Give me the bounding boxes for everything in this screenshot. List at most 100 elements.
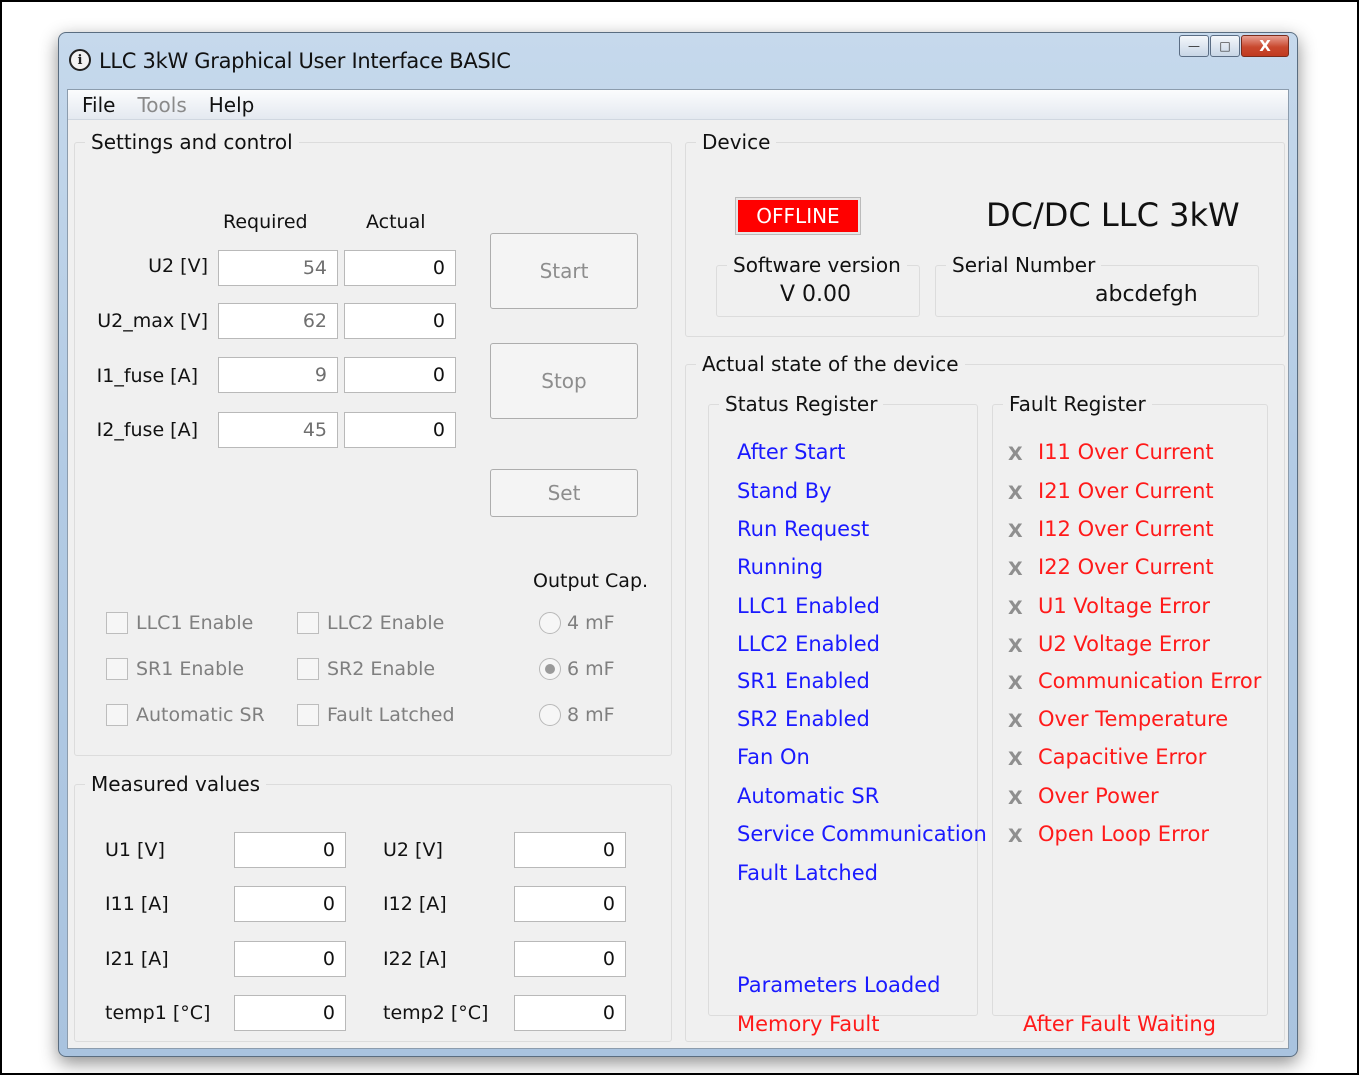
i2-fuse-actual-field: 0 [344,412,456,448]
fault-marker-icon: X [1008,597,1023,619]
fault-marker-icon: X [1008,748,1023,770]
cap-6mf-radio[interactable]: 6 mF [539,658,615,680]
sr1-enable-label: SR1 Enable [136,658,245,680]
window-title: LLC 3kW Graphical User Interface BASIC [99,49,511,73]
temp1-value: 0 [234,995,346,1031]
fault-latched-checkbox[interactable]: Fault Latched [297,704,455,726]
minimize-button[interactable]: — [1179,35,1209,57]
status-memory-fault: Memory Fault [737,1012,880,1036]
i12-label: I12 [A] [383,893,447,915]
fault-after-fault-waiting: After Fault Waiting [1023,1012,1217,1036]
software-version-legend: Software version [733,253,901,277]
app-logo-icon: i [69,49,91,71]
i2-fuse-required-field[interactable]: 45 [218,412,338,448]
fault-marker-icon: X [1008,443,1023,465]
software-version-value: V 0.00 [780,282,852,307]
actual-header: Actual [366,211,426,233]
u2-measured-label: U2 [V] [383,839,443,861]
cap-8mf-label: 8 mF [567,704,615,726]
sr2-enable-checkbox[interactable]: SR2 Enable [297,658,435,680]
cap-4mf-dot [539,612,561,634]
sr2-enable-box [297,658,319,680]
status-fan-on: Fan On [737,745,810,769]
llc2-enable-checkbox[interactable]: LLC2 Enable [297,612,444,634]
i1-fuse-required-field[interactable]: 9 [218,357,338,393]
fault-i21-over-current: I21 Over Current [1038,479,1214,503]
status-parameters-loaded: Parameters Loaded [737,973,941,997]
fault-latched-box [297,704,319,726]
set-button[interactable]: Set [490,469,638,517]
status-service-communication: Service Communication [737,822,987,846]
cap-4mf-label: 4 mF [567,612,615,634]
device-legend: Device [702,130,771,154]
temp2-value: 0 [514,995,626,1031]
u1-value: 0 [234,832,346,868]
measured-legend: Measured values [91,772,261,796]
llc1-enable-box [106,612,128,634]
fault-marker-icon: X [1008,520,1023,542]
u1-label: U1 [V] [105,839,165,861]
start-button[interactable]: Start [490,233,638,309]
fault-marker-icon: X [1008,672,1023,694]
i1-fuse-label: I1_fuse [A] [96,365,198,387]
i11-value: 0 [234,886,346,922]
fault-marker-icon: X [1008,825,1023,847]
i22-label: I22 [A] [383,948,447,970]
i21-label: I21 [A] [105,948,169,970]
status-fault-latched: Fault Latched [737,861,878,885]
fault-over-temperature: Over Temperature [1038,707,1229,731]
automatic-sr-label: Automatic SR [136,704,265,726]
cap-4mf-radio[interactable]: 4 mF [539,612,615,634]
status-register-legend: Status Register [725,392,878,416]
fault-communication-error: Communication Error [1038,669,1262,693]
sr2-enable-label: SR2 Enable [327,658,436,680]
status-sr1-enabled: SR1 Enabled [737,669,870,693]
sr1-enable-checkbox[interactable]: SR1 Enable [106,658,244,680]
serial-number-legend: Serial Number [952,253,1096,277]
u2-required-field[interactable]: 54 [218,250,338,286]
i12-value: 0 [514,886,626,922]
fault-over-power: Over Power [1038,784,1159,808]
menu-help[interactable]: Help [209,93,255,117]
device-name: DC/DC LLC 3kW [986,196,1240,234]
u2-label: U2 [V] [148,255,208,277]
status-after-start: After Start [737,440,846,464]
fault-marker-icon: X [1008,482,1023,504]
maximize-button[interactable]: □ [1210,35,1240,57]
llc2-enable-label: LLC2 Enable [327,612,445,634]
fault-marker-icon: X [1008,710,1023,732]
window-controls: — □ X [1178,35,1289,57]
cap-6mf-label: 6 mF [567,658,615,680]
app-window: i LLC 3kW Graphical User Interface BASIC… [58,32,1298,1057]
status-llc2-enabled: LLC2 Enabled [737,632,880,656]
status-stand-by: Stand By [737,479,832,503]
menu-bar: File Tools Help [68,90,1288,120]
menu-file[interactable]: File [82,93,115,117]
automatic-sr-checkbox[interactable]: Automatic SR [106,704,265,726]
cap-8mf-radio[interactable]: 8 mF [539,704,615,726]
fault-register-legend: Fault Register [1009,392,1146,416]
client-area: File Tools Help Settings and control Req… [67,89,1289,1049]
stop-button[interactable]: Stop [490,343,638,419]
close-button[interactable]: X [1241,35,1289,57]
sr1-enable-box [106,658,128,680]
llc1-enable-checkbox[interactable]: LLC1 Enable [106,612,253,634]
menu-tools[interactable]: Tools [137,93,186,117]
llc2-enable-box [297,612,319,634]
fault-u1-voltage-error: U1 Voltage Error [1038,594,1211,618]
fault-i22-over-current: I22 Over Current [1038,555,1214,579]
llc1-enable-label: LLC1 Enable [136,612,254,634]
u2-max-required-field[interactable]: 62 [218,303,338,339]
u2-measured-value: 0 [514,832,626,868]
i2-fuse-label: I2_fuse [A] [96,419,198,441]
u2-actual-field: 0 [344,250,456,286]
fault-latched-label: Fault Latched [327,704,455,726]
automatic-sr-box [106,704,128,726]
serial-number-value: abcdefgh [1095,282,1198,307]
cap-6mf-dot [539,658,561,680]
status-llc1-enabled: LLC1 Enabled [737,594,880,618]
title-bar[interactable]: i LLC 3kW Graphical User Interface BASIC… [59,33,1297,89]
i22-value: 0 [514,941,626,977]
temp1-label: temp1 [°C] [105,1002,211,1024]
fault-i11-over-current: I11 Over Current [1038,440,1214,464]
